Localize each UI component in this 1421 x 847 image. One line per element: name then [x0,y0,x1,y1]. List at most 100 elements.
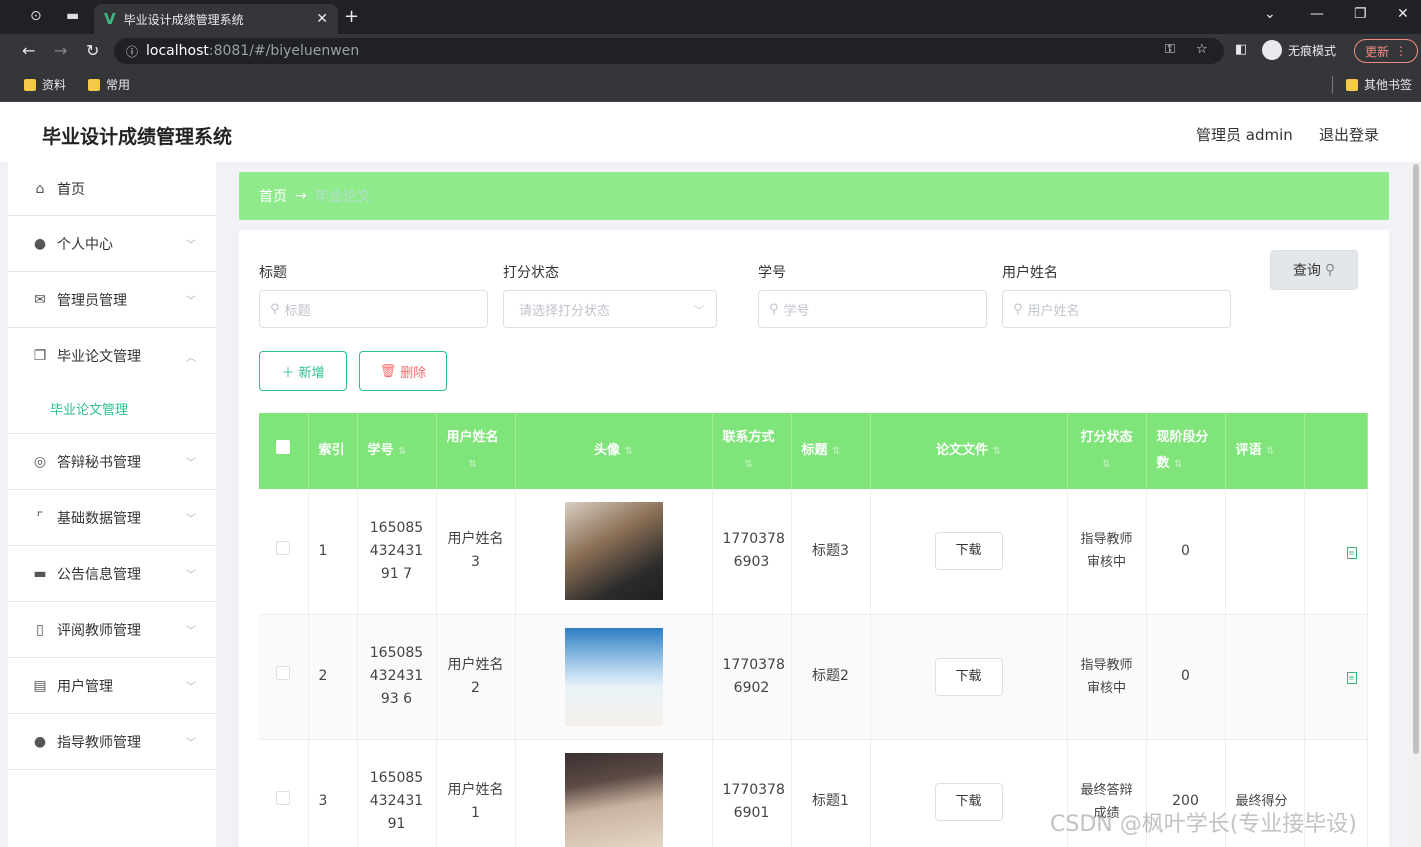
incognito-indicator[interactable]: 无痕模式 [1262,40,1336,60]
sidebar-item-profile[interactable]: ● 个人中心 ﹀ [8,216,216,272]
sidebar-item-notice[interactable]: ▬ 公告信息管理 ﹀ [8,546,216,602]
sidebar-subitem-thesis[interactable]: 毕业论文管理 [8,384,216,434]
sort-icon[interactable]: ⇅ [1174,459,1182,470]
close-window-icon[interactable]: ✕ [1397,6,1409,22]
details-icon[interactable]: ≡ [1346,672,1357,684]
sno-search-input[interactable]: ⚲ 学号 [758,290,987,328]
browser-menu-icon[interactable]: ⊙ [30,8,42,24]
new-tab-icon[interactable]: + [344,6,359,27]
bookmark-folder-2[interactable]: 常用 [88,76,130,93]
scrollbar-thumb[interactable] [1413,164,1419,754]
address-bar[interactable]: ⓘ localhost :8081/#/biyeluenwen [114,38,1224,64]
sidebar: ⌂ 首页 ● 个人中心 ﹀ ✉ 管理员管理 ﹀ ❐ 毕业论文管理 ︿ 毕业论文管… [8,162,216,847]
header-avatar[interactable]: 头像 ⇅ [515,413,713,489]
search-icon: ⚲ [769,301,779,317]
header-comment[interactable]: 评语 ⇅ [1225,413,1305,489]
bookmark-folder-1[interactable]: 资料 [24,76,66,93]
header-label: 评语 [1235,442,1262,458]
header-contact[interactable]: 联系方式 ⇅ [712,413,792,489]
cell-username: 用户姓名 1 [436,739,516,847]
forward-icon[interactable]: → [54,41,67,60]
table-header-row: 索引 学号 ⇅ 用户姓名 ⇅ 头像 ⇅ 联系方式 ⇅ 标题 ⇅ 论文文件 ⇅ 打分状… [259,413,1368,489]
sidepanel-icon[interactable]: ◧ [1235,42,1247,57]
cell-file: 下载 [870,739,1068,847]
select-all-checkbox[interactable] [276,440,291,454]
row-checkbox[interactable] [276,666,291,680]
cell-file: 下载 [870,489,1068,615]
sort-icon[interactable]: ⇅ [1102,459,1110,470]
row-select-cell[interactable] [259,739,309,847]
delete-button[interactable]: 🗑 删除 [359,351,447,391]
avatar-image[interactable] [564,502,663,601]
key-icon[interactable]: ⚿ [1165,42,1175,57]
sort-icon[interactable]: ⇅ [832,446,840,457]
download-button[interactable]: 下载 [934,532,1003,571]
header-status[interactable]: 打分状态 ⇅ [1067,413,1147,489]
add-button[interactable]: ＋ 新增 [259,351,347,391]
avatar-image[interactable] [564,752,663,847]
sort-icon[interactable]: ⇅ [469,459,477,470]
sidebar-item-basic-data[interactable]: ⌜ 基础数据管理 ﹀ [8,490,216,546]
sidebar-item-admin[interactable]: ✉ 管理员管理 ﹀ [8,272,216,328]
sidebar-item-label: 用户管理 [57,678,113,695]
header-sno[interactable]: 学号 ⇅ [357,413,437,489]
header-score[interactable]: 现阶段分数 ⇅ [1146,413,1226,489]
sort-icon[interactable]: ⇅ [745,459,753,470]
incognito-icon [1262,40,1282,60]
sidebar-item-reviewer[interactable]: ▯ 评阅教师管理 ﹀ [8,602,216,658]
tab-search-icon[interactable]: ▬ [66,8,79,24]
sort-icon[interactable]: ⇅ [398,446,406,457]
other-bookmarks[interactable]: 其他书签 [1346,76,1412,93]
download-button[interactable]: 下载 [934,782,1003,821]
sort-icon[interactable]: ⇅ [625,446,633,457]
sidebar-item-advisor[interactable]: ● 指导教师管理 ﹀ [8,714,216,770]
reload-icon[interactable]: ↻ [86,41,99,60]
breadcrumb-home[interactable]: 首页 [259,186,287,206]
restore-icon[interactable]: ❐ [1354,6,1367,22]
status-filter-label: 打分状态 [503,265,559,281]
back-icon[interactable]: ← [22,41,35,60]
chevron-down-icon: ﹀ [186,570,196,581]
row-select-cell[interactable] [259,489,309,615]
row-checkbox[interactable] [276,540,291,555]
cell-title: 标题1 [791,739,871,847]
close-tab-icon[interactable]: ✕ [316,11,328,27]
cell-comment [1225,614,1305,740]
star-icon[interactable]: ☆ [1196,42,1208,57]
row-checkbox[interactable] [276,791,291,805]
page-scrollbar[interactable] [1411,162,1421,847]
update-button[interactable]: 更新 ⋮ [1354,39,1418,63]
cell-avatar [515,489,713,615]
browser-tab[interactable]: V 毕业设计成绩管理系统 ✕ [94,4,338,34]
logout-link[interactable]: 退出登录 [1319,124,1379,145]
copy-icon: ❐ [33,348,47,364]
cell-actions: ≡ [1304,489,1368,615]
status-select[interactable]: 请选择打分状态 ﹀ [503,290,717,328]
minimize-icon[interactable]: — [1310,6,1324,22]
sidebar-item-users[interactable]: ▤ 用户管理 ﹀ [8,658,216,714]
header-username[interactable]: 用户姓名 ⇅ [436,413,516,489]
sidebar-item-label: 答辩秘书管理 [57,454,141,471]
select-all-cell[interactable] [259,413,309,489]
header-title[interactable]: 标题 ⇅ [791,413,871,489]
avatar-image[interactable] [564,627,663,726]
header-actions [1304,413,1368,489]
header-label: 用户姓名 [446,429,499,445]
sidebar-item-home[interactable]: ⌂ 首页 [8,162,216,216]
sort-icon[interactable]: ⇅ [993,446,1001,457]
sidebar-item-secretary[interactable]: ◎ 答辩秘书管理 ﹀ [8,434,216,490]
sort-icon[interactable]: ⇅ [1266,446,1274,457]
download-button[interactable]: 下载 [934,657,1003,696]
tab-list-icon[interactable]: ⌄ [1264,6,1276,22]
row-select-cell[interactable] [259,614,309,740]
sidebar-item-label: 首页 [57,181,85,198]
info-icon[interactable]: ⓘ [126,43,138,60]
sidebar-item-thesis[interactable]: ❐ 毕业论文管理 ︿ [8,328,216,384]
query-button[interactable]: 查询 ⚲ [1270,250,1358,290]
username-search-input[interactable]: ⚲ 用户姓名 [1002,290,1231,328]
header-file[interactable]: 论文文件 ⇅ [870,413,1068,489]
sidebar-item-label: 基础数据管理 [57,510,141,527]
details-icon[interactable]: ≡ [1346,546,1357,559]
title-search-input[interactable]: ⚲ 标题 [259,290,488,328]
folder-icon [24,78,36,91]
